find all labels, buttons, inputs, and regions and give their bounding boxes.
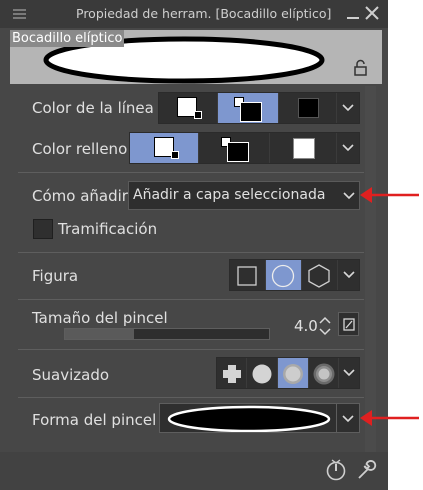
- fill-color-label: Color relleno: [32, 140, 128, 158]
- panel-footer: [0, 452, 388, 490]
- shape-option-polygon[interactable]: [302, 260, 338, 290]
- brush-size-settings-button[interactable]: [338, 312, 359, 336]
- ellipse-icon: [271, 264, 295, 288]
- tool-property-panel: Propiedad de herram. [Bocadillo elíptico…: [0, 0, 388, 490]
- smoothing-label: Suavizado: [32, 366, 110, 384]
- user-color-swatch-icon: [298, 98, 319, 118]
- menu-icon[interactable]: [13, 9, 26, 19]
- chevron-down-icon: [343, 271, 355, 279]
- brush-size-slider[interactable]: [64, 328, 270, 340]
- chevron-down-icon: [342, 415, 354, 423]
- brush-size-label: Tamaño del pincel: [32, 309, 168, 327]
- sub-color-swatch-icon: [227, 142, 249, 162]
- smoothing-option-medium[interactable]: [278, 358, 309, 388]
- title-bar[interactable]: Propiedad de herram. [Bocadillo elíptico…: [0, 0, 388, 28]
- brush-size-value: 4.0: [294, 317, 318, 335]
- tool-preview: Bocadillo elíptico: [10, 30, 382, 84]
- brush-tip-ellipse-icon: [167, 405, 331, 432]
- lock-icon[interactable]: [352, 59, 370, 77]
- line-color-selector: [158, 92, 360, 124]
- smoothing-dropdown[interactable]: [339, 358, 359, 388]
- fill-color-selector: [129, 132, 360, 164]
- hatching-checkbox[interactable]: [33, 219, 53, 239]
- fill-color-option-main[interactable]: [130, 133, 199, 163]
- add-mode-select[interactable]: Añadir a capa seleccionada: [128, 181, 360, 210]
- chevron-down-icon: [343, 192, 355, 200]
- divider: [18, 172, 364, 173]
- shape-dropdown[interactable]: [338, 260, 359, 290]
- shape-option-ellipse[interactable]: [266, 260, 302, 290]
- medium-icon: [283, 364, 303, 384]
- add-mode-value: Añadir a capa seleccionada: [133, 187, 326, 203]
- shape-option-rectangle[interactable]: [230, 260, 266, 290]
- scrollbar[interactable]: [365, 86, 376, 452]
- fill-color-dropdown[interactable]: [337, 133, 359, 163]
- sub-color-swatch-icon: [194, 111, 202, 119]
- divider: [18, 252, 364, 253]
- add-mode-label: Cómo añadir: [32, 187, 128, 205]
- spinner-arrows-icon[interactable]: [318, 314, 332, 338]
- sub-color-swatch-icon: [240, 102, 262, 122]
- hatching-label: Tramificación: [58, 220, 158, 238]
- preview-label: Bocadillo elíptico: [10, 30, 125, 47]
- chevron-down-icon: [342, 144, 354, 152]
- line-color-dropdown[interactable]: [337, 93, 359, 123]
- shape-label: Figura: [32, 267, 79, 285]
- chevron-down-icon: [342, 104, 354, 112]
- smoothing-option-weak[interactable]: [247, 358, 278, 388]
- strong-icon: [313, 363, 335, 385]
- divider: [18, 349, 364, 350]
- line-color-option-main[interactable]: [159, 93, 218, 123]
- window-title: Propiedad de herram. [Bocadillo elíptico…: [76, 6, 332, 21]
- line-color-option-sub[interactable]: [218, 93, 279, 123]
- line-color-option-user[interactable]: [279, 93, 337, 123]
- polygon-icon: [308, 264, 330, 288]
- smoothing-option-strong[interactable]: [309, 358, 339, 388]
- brush-shape-dropdown[interactable]: [336, 403, 360, 433]
- brush-shape-preview[interactable]: [159, 403, 337, 433]
- smoothing-selector: [216, 357, 360, 389]
- sub-color-swatch-icon: [171, 151, 179, 159]
- shape-selector: [229, 259, 360, 291]
- sub-tool-detail-icon[interactable]: [324, 458, 348, 482]
- rectangle-icon: [237, 266, 257, 286]
- chevron-down-icon: [343, 369, 355, 377]
- brush-size-slider-fill: [65, 329, 135, 339]
- weak-icon: [252, 364, 272, 384]
- none-icon: [223, 365, 241, 383]
- fill-color-option-sub[interactable]: [199, 133, 270, 163]
- brush-shape-label: Forma del pincel: [32, 411, 157, 429]
- smoothing-option-none[interactable]: [217, 358, 247, 388]
- arrow-left-icon: [360, 410, 419, 426]
- divider: [18, 299, 364, 300]
- arrow-left-icon: [360, 187, 419, 203]
- fill-color-option-user[interactable]: [270, 133, 337, 163]
- user-color-swatch-icon: [293, 138, 315, 159]
- minimize-icon[interactable]: [345, 5, 361, 21]
- size-link-icon: [343, 318, 355, 331]
- divider: [18, 397, 364, 398]
- close-icon[interactable]: [364, 5, 380, 21]
- wrench-icon[interactable]: [354, 458, 378, 482]
- line-color-label: Color de la línea: [32, 99, 154, 117]
